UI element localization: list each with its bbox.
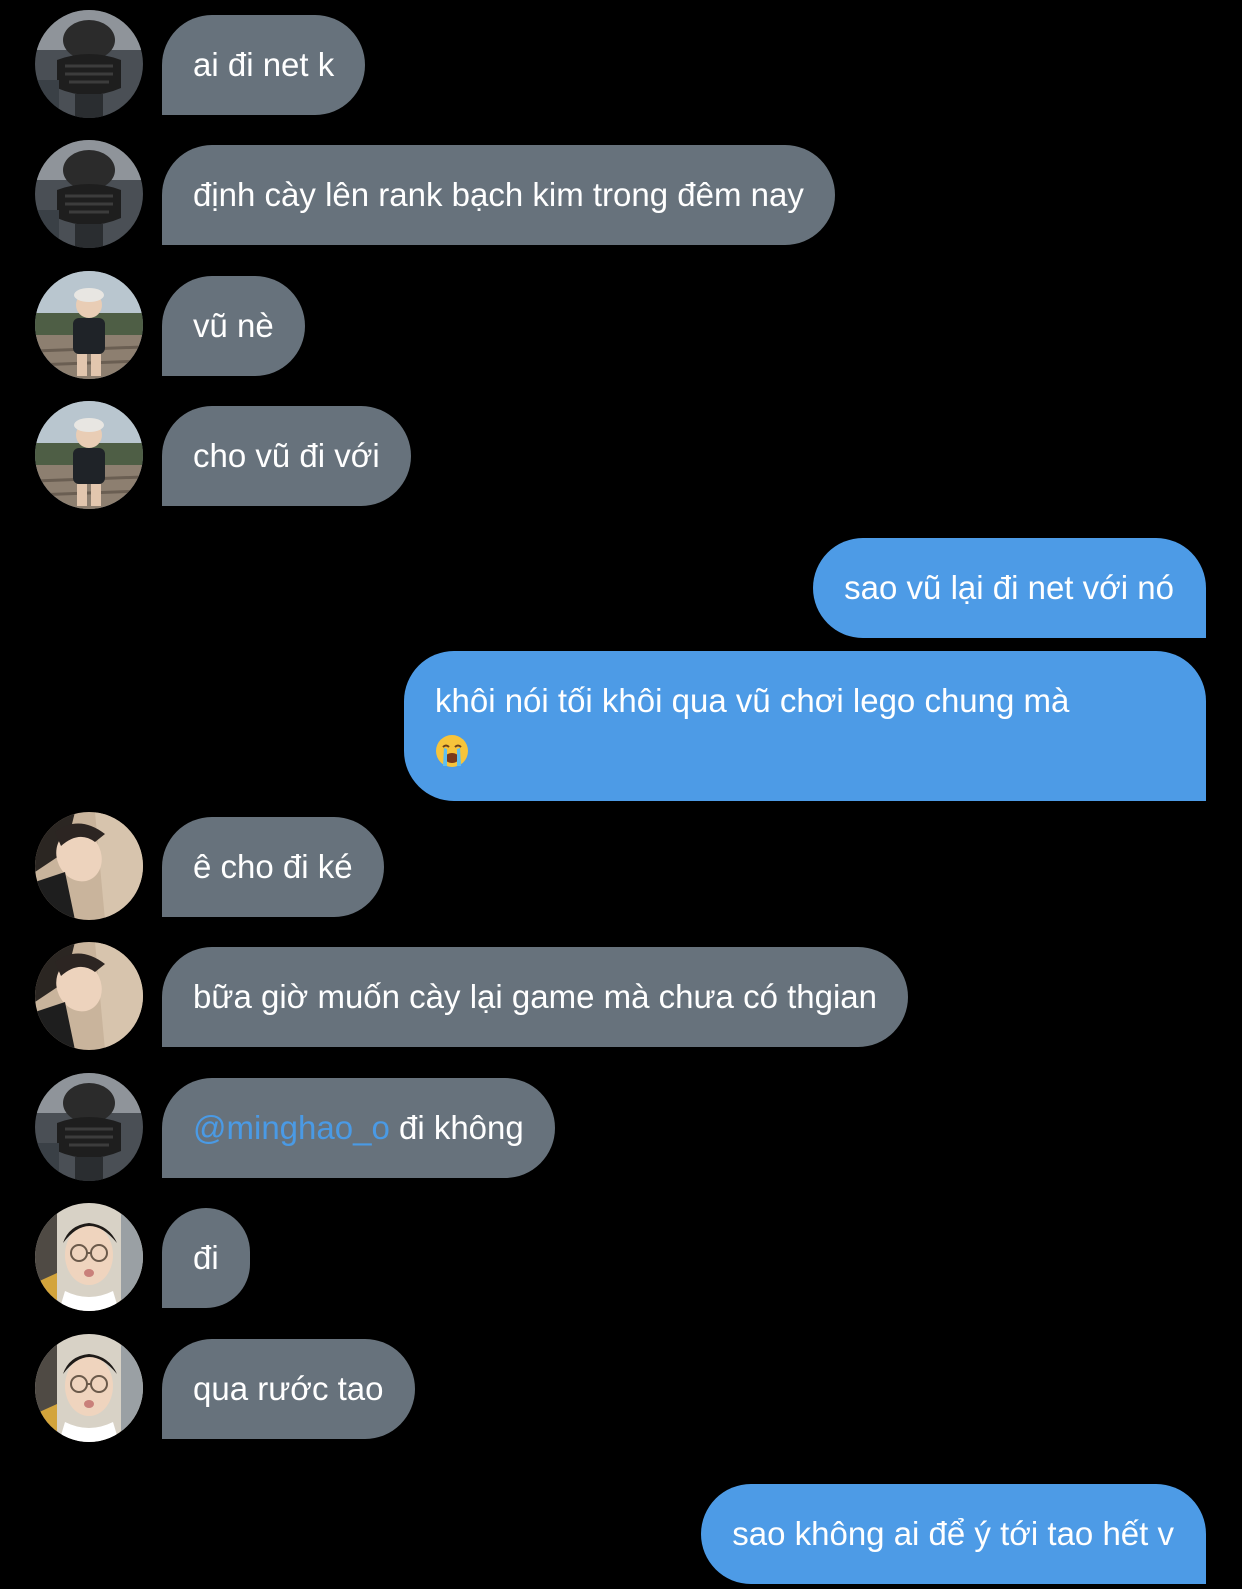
message-bubble[interactable]: sao vũ lại đi net với nó [813, 538, 1206, 638]
message-text: đi [193, 1239, 219, 1276]
message-text: sao không ai để ý tới tao hết v [732, 1515, 1174, 1552]
message-text: ê cho đi ké [193, 848, 353, 885]
message-text: cho vũ đi với [193, 437, 380, 474]
avatar[interactable] [35, 1203, 143, 1311]
message-bubble[interactable]: qua rước tao [162, 1339, 415, 1439]
message-bubble[interactable]: sao không ai để ý tới tao hết v [701, 1484, 1206, 1584]
message-bubble[interactable]: ê cho đi ké [162, 817, 384, 917]
message-bubble[interactable]: bữa giờ muốn cày lại game mà chưa có thg… [162, 947, 909, 1047]
avatar[interactable] [35, 401, 143, 509]
message-bubble[interactable]: vũ nè [162, 276, 305, 376]
mention-link[interactable]: @minghao_o [193, 1109, 390, 1146]
message-text: bữa giờ muốn cày lại game mà chưa có thg… [193, 978, 878, 1015]
message-text: vũ nè [193, 307, 274, 344]
avatar[interactable] [35, 10, 143, 118]
message-text: sao vũ lại đi net với nó [844, 569, 1174, 606]
message-bubble[interactable]: định cày lên rank bạch kim trong đêm nay [162, 145, 835, 245]
message-bubble[interactable]: cho vũ đi với [162, 406, 411, 506]
message-bubble[interactable]: @minghao_o đi không [162, 1078, 555, 1178]
avatar[interactable] [35, 271, 143, 379]
message-bubble[interactable]: ai đi net k [162, 15, 366, 115]
avatar[interactable] [35, 140, 143, 248]
avatar[interactable] [35, 1334, 143, 1442]
loudly-crying-face-icon [435, 732, 469, 767]
message-text: khôi nói tối khôi qua vũ chơi lego chung… [435, 682, 1070, 719]
message-text: qua rước tao [193, 1370, 384, 1407]
message-bubble[interactable]: đi [162, 1208, 250, 1308]
avatar[interactable] [35, 1073, 143, 1181]
avatar[interactable] [35, 942, 143, 1050]
avatar[interactable] [35, 812, 143, 920]
message-text: định cày lên rank bạch kim trong đêm nay [193, 176, 804, 213]
message-bubble[interactable]: khôi nói tối khôi qua vũ chơi lego chung… [404, 651, 1206, 801]
message-text: đi không [389, 1109, 524, 1146]
message-text: ai đi net k [193, 46, 335, 83]
